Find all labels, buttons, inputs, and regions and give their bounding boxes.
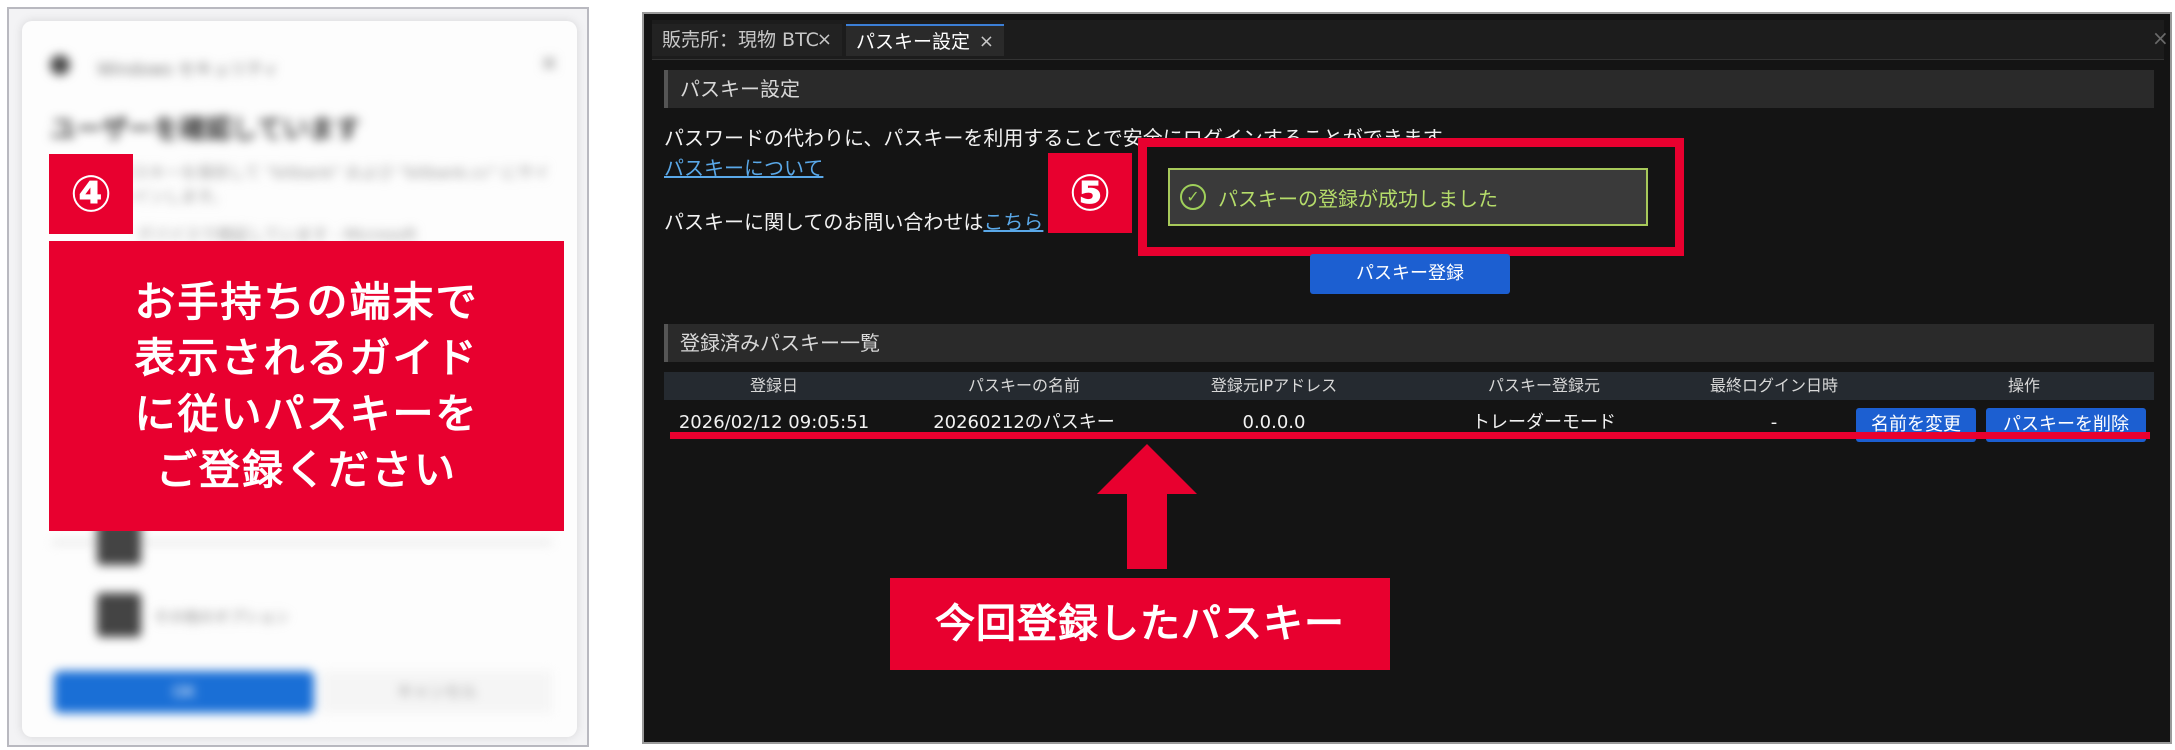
guide-line: お手持ちの端末で bbox=[134, 278, 479, 326]
up-arrow-icon bbox=[1097, 444, 1197, 569]
cell-date: 2026/02/12 09:05:51 bbox=[678, 412, 870, 433]
close-icon[interactable]: × bbox=[540, 51, 558, 76]
dialog-body: パスキーを保存して "bitbank" および "bitbank.cc" にサイ… bbox=[117, 163, 550, 206]
window-close-icon[interactable]: × bbox=[2152, 26, 2169, 50]
ok-button[interactable]: OK bbox=[54, 671, 314, 713]
cell-name: 20260212のパスキー bbox=[933, 412, 1115, 433]
dialog-heading: ユーザーを確認しています bbox=[50, 115, 361, 145]
other-options-label[interactable]: その他のオプション bbox=[154, 606, 289, 627]
toast-message: パスキーの登録が成功しました bbox=[1218, 186, 1498, 211]
guide-line: 表示されるガイド bbox=[134, 334, 479, 382]
row-highlight-underline bbox=[670, 432, 2150, 439]
right-screenshot-frame: 販売所：現物 BTC × パスキー設定 × × パスキー設定 パスワードの代わり… bbox=[642, 12, 2172, 744]
section-title-registered-passkeys: 登録済みパスキー一覧 bbox=[664, 324, 2154, 362]
guide-line: に従いパスキーを bbox=[134, 390, 479, 438]
registered-passkey-label: 今回登録したパスキー bbox=[890, 578, 1390, 670]
cell-last-login: - bbox=[1770, 412, 1778, 433]
tab-label: 販売所：現物 BTC bbox=[662, 29, 819, 51]
col-header-name: パスキーの名前 bbox=[967, 376, 1080, 395]
key-icon[interactable] bbox=[97, 593, 141, 637]
section-title-passkey-settings: パスキー設定 bbox=[664, 70, 2154, 108]
guide-callout: お手持ちの端末で 表示されるガイド に従いパスキーを ご登録ください bbox=[49, 241, 564, 531]
guide-text: お手持ちの端末で 表示されるガイド に従いパスキーを ご登録ください bbox=[135, 274, 479, 498]
col-header-date: 登録日 bbox=[749, 376, 798, 395]
check-circle-icon: ✓ bbox=[1180, 184, 1206, 210]
tab-passkey-settings[interactable]: パスキー設定 × bbox=[846, 24, 1004, 56]
register-passkey-button[interactable]: パスキー登録 bbox=[1310, 254, 1510, 294]
close-icon[interactable]: × bbox=[817, 24, 832, 56]
contact-prefix: パスキーに関してのお問い合わせは bbox=[664, 210, 984, 234]
col-header-last-login: 最終ログイン日時 bbox=[1709, 376, 1838, 395]
close-icon[interactable]: × bbox=[979, 26, 994, 58]
step-5-badge: ⑤ bbox=[1048, 153, 1132, 233]
cancel-button[interactable]: キャンセル bbox=[322, 671, 552, 713]
contact-link[interactable]: こちら bbox=[983, 210, 1043, 234]
contact-text: パスキーに関してのお問い合わせはこちら bbox=[664, 206, 1043, 235]
col-header-actions: 操作 bbox=[2007, 376, 2040, 395]
dialog-title: Windows セキュリティ bbox=[97, 60, 280, 80]
cell-source: トレーダーモード bbox=[1472, 412, 1616, 433]
col-header-source: パスキー登録元 bbox=[1487, 376, 1600, 395]
table-header: 登録日 パスキーの名前 登録元IPアドレス パスキー登録元 最終ログイン日時 操… bbox=[664, 372, 2154, 400]
guide-line: ご登録ください bbox=[156, 446, 457, 494]
table-row: 2026/02/12 09:05:51 20260212のパスキー 0.0.0.… bbox=[664, 400, 2154, 446]
about-passkey-link[interactable]: パスキーについて bbox=[664, 152, 823, 181]
tab-spot-btc[interactable]: 販売所：現物 BTC × bbox=[652, 24, 842, 56]
tab-bar: 販売所：現物 BTC × パスキー設定 × × bbox=[652, 20, 2169, 60]
tab-label: パスキー設定 bbox=[856, 31, 971, 53]
left-screenshot-frame: Windows セキュリティ × ユーザーを確認しています パスキーを保存して … bbox=[7, 7, 589, 747]
col-header-ip: 登録元IPアドレス bbox=[1210, 376, 1338, 395]
success-toast: ✓ パスキーの登録が成功しました bbox=[1168, 168, 1648, 226]
step-4-badge: ④ bbox=[49, 154, 133, 234]
windows-logo-icon bbox=[50, 55, 70, 75]
cell-ip: 0.0.0.0 bbox=[1242, 412, 1306, 433]
